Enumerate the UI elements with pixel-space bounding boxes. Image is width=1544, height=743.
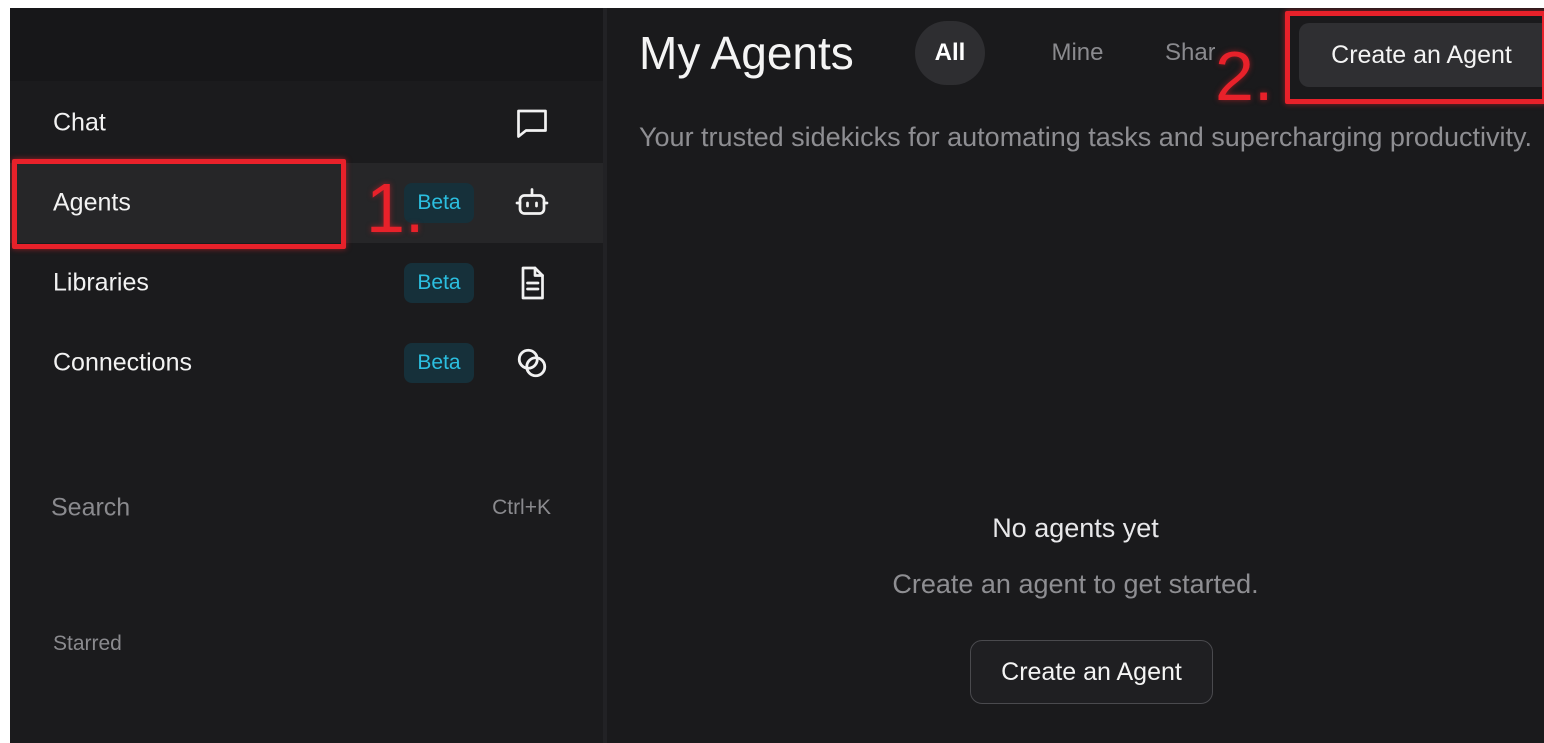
sidebar-item-label: Libraries xyxy=(53,268,149,297)
annotation-number-2: 2. xyxy=(1215,37,1276,115)
sidebar-header xyxy=(10,8,603,81)
search-shortcut: Ctrl+K xyxy=(492,496,551,519)
sidebar-item-label: Chat xyxy=(53,108,106,137)
empty-state-create-agent-button[interactable]: Create an Agent xyxy=(970,640,1213,704)
tab-mine[interactable]: Mine xyxy=(1025,21,1130,85)
tab-all[interactable]: All xyxy=(915,21,985,85)
sidebar: Chat Agents Beta Libraries Beta Connecti… xyxy=(10,8,603,743)
chat-bubble-icon xyxy=(512,103,552,143)
sidebar-item-label: Connections xyxy=(53,348,192,377)
beta-badge: Beta xyxy=(404,263,474,303)
app-window: Chat Agents Beta Libraries Beta Connecti… xyxy=(10,8,1544,743)
annotation-box-2 xyxy=(1285,11,1544,104)
search-label: Search xyxy=(51,493,131,522)
annotation-number-1: 1. xyxy=(366,169,425,247)
sidebar-item-libraries[interactable]: Libraries Beta xyxy=(10,243,603,323)
sidebar-item-chat[interactable]: Chat xyxy=(10,83,603,163)
empty-state-description: Create an agent to get started. xyxy=(892,569,1259,599)
empty-state-title: No agents yet xyxy=(992,513,1159,543)
page-subtitle: Your trusted sidekicks for automating ta… xyxy=(639,122,1532,152)
document-icon xyxy=(512,263,552,303)
beta-badge: Beta xyxy=(404,343,474,383)
page-title: My Agents xyxy=(639,27,854,79)
robot-icon xyxy=(512,183,552,223)
annotation-box-1 xyxy=(12,159,346,249)
search-button[interactable]: Search Ctrl+K xyxy=(10,478,603,538)
main-panel: My Agents All Mine Shared Create an Agen… xyxy=(607,8,1544,743)
linked-circles-icon xyxy=(512,343,552,383)
sidebar-item-connections[interactable]: Connections Beta xyxy=(10,323,603,403)
starred-section-label: Starred xyxy=(53,632,122,655)
